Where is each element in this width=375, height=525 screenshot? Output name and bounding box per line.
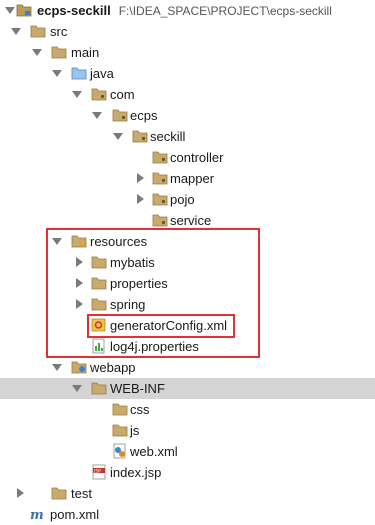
folder-icon	[91, 378, 107, 399]
collapsed-arrow-icon[interactable]	[15, 483, 27, 504]
tree-label: com	[110, 87, 135, 102]
tree-label: index.jsp	[110, 465, 162, 480]
expand-arrow-icon[interactable]	[11, 21, 23, 42]
expand-arrow-icon[interactable]	[72, 378, 84, 399]
tree-item-generatorconfig-xml[interactable]: generatorConfig.xml	[0, 315, 375, 336]
tree-item-index-jsp[interactable]: JSP index.jsp	[0, 462, 375, 483]
expand-arrow-icon[interactable]	[72, 84, 84, 105]
tree-item-webapp[interactable]: webapp	[0, 357, 375, 378]
module-folder-icon	[16, 0, 32, 21]
expand-arrow-icon[interactable]	[32, 42, 44, 63]
tree-label: service	[170, 213, 212, 228]
expand-arrow-icon[interactable]	[52, 231, 64, 252]
folder-icon	[91, 273, 107, 294]
source-root-folder-icon	[71, 63, 87, 84]
tree-label: pojo	[170, 192, 195, 207]
tree-label: resources	[90, 234, 148, 249]
properties-file-icon	[91, 336, 107, 357]
tree-label: webapp	[90, 360, 136, 375]
tree-item-main[interactable]: main	[0, 42, 375, 63]
tree-item-css[interactable]: css	[0, 399, 375, 420]
tree-label: log4j.properties	[110, 339, 199, 354]
tree-label: mybatis	[110, 255, 155, 270]
collapsed-arrow-icon[interactable]	[74, 273, 86, 294]
tree-label: ecps-seckill F:\IDEA_SPACE\PROJECT\ecps-s…	[37, 3, 332, 18]
folder-icon	[91, 252, 107, 273]
web-folder-icon	[71, 357, 87, 378]
tree-item-js[interactable]: js	[0, 420, 375, 441]
tree-label: ecps	[130, 108, 158, 123]
tree-item-pojo[interactable]: pojo	[0, 189, 375, 210]
jsp-file-icon: JSP	[91, 462, 107, 483]
tree-label: js	[130, 423, 140, 438]
tree-label: src	[50, 24, 68, 39]
expand-arrow-icon[interactable]	[52, 63, 64, 84]
folder-icon	[51, 483, 67, 504]
expand-arrow-icon[interactable]	[52, 357, 64, 378]
package-folder-icon	[91, 84, 107, 105]
tree-label: mapper	[170, 171, 215, 186]
package-folder-icon	[112, 105, 128, 126]
package-folder-icon	[132, 126, 148, 147]
svg-text:m: m	[30, 508, 44, 522]
package-folder-icon	[152, 168, 168, 189]
tree-item-properties[interactable]: properties	[0, 273, 375, 294]
collapsed-arrow-icon[interactable]	[135, 189, 147, 210]
tree-label: test	[71, 486, 92, 501]
folder-icon	[112, 420, 128, 441]
tree-item-service[interactable]: service	[0, 210, 375, 231]
folder-icon	[30, 21, 46, 42]
folder-icon	[91, 294, 107, 315]
tree-label: main	[71, 45, 100, 60]
collapsed-arrow-icon[interactable]	[74, 294, 86, 315]
svg-text:JSP: JSP	[93, 468, 101, 474]
project-path: F:\IDEA_SPACE\PROJECT\ecps-seckill	[118, 4, 332, 18]
tree-item-mapper[interactable]: mapper	[0, 168, 375, 189]
package-folder-icon	[152, 210, 168, 231]
tree-label: controller	[170, 150, 224, 165]
tree-item-mybatis[interactable]: mybatis	[0, 252, 375, 273]
xml-file-icon	[91, 315, 107, 336]
tree-label: generatorConfig.xml	[110, 318, 228, 333]
tree-item-web-inf[interactable]: WEB-INF	[0, 378, 375, 399]
web-xml-file-icon	[112, 441, 128, 462]
tree-item-resources[interactable]: resources	[0, 231, 375, 252]
tree-item-controller[interactable]: controller	[0, 147, 375, 168]
tree-label: web.xml	[130, 444, 178, 459]
tree-label: properties	[110, 276, 168, 291]
tree-label: seckill	[150, 129, 186, 144]
package-folder-icon	[152, 147, 168, 168]
folder-icon	[51, 42, 67, 63]
expand-arrow-icon[interactable]	[92, 105, 104, 126]
project-tree: ecps-seckill F:\IDEA_SPACE\PROJECT\ecps-s…	[0, 0, 375, 522]
tree-item-web-xml[interactable]: web.xml	[0, 441, 375, 462]
tree-item-test[interactable]: test	[0, 483, 375, 504]
tree-item-seckill[interactable]: seckill	[0, 126, 375, 147]
tree-label: java	[90, 66, 114, 81]
tree-item-spring[interactable]: spring	[0, 294, 375, 315]
folder-icon	[112, 399, 128, 420]
collapsed-arrow-icon[interactable]	[74, 252, 86, 273]
tree-item-ecps[interactable]: ecps	[0, 105, 375, 126]
collapsed-arrow-icon[interactable]	[135, 168, 147, 189]
package-folder-icon	[152, 189, 168, 210]
tree-item-ecps-seckill[interactable]: ecps-seckill F:\IDEA_SPACE\PROJECT\ecps-s…	[0, 0, 375, 21]
tree-label: WEB-INF	[110, 381, 165, 396]
tree-item-log4j-properties[interactable]: log4j.properties	[0, 336, 375, 357]
resources-folder-icon	[71, 231, 87, 252]
tree-label: spring	[110, 297, 146, 312]
tree-item-src[interactable]: src	[0, 21, 375, 42]
tree-item-java[interactable]: java	[0, 63, 375, 84]
tree-label: css	[130, 402, 150, 417]
expand-arrow-icon[interactable]	[113, 126, 125, 147]
tree-item-com[interactable]: com	[0, 84, 375, 105]
